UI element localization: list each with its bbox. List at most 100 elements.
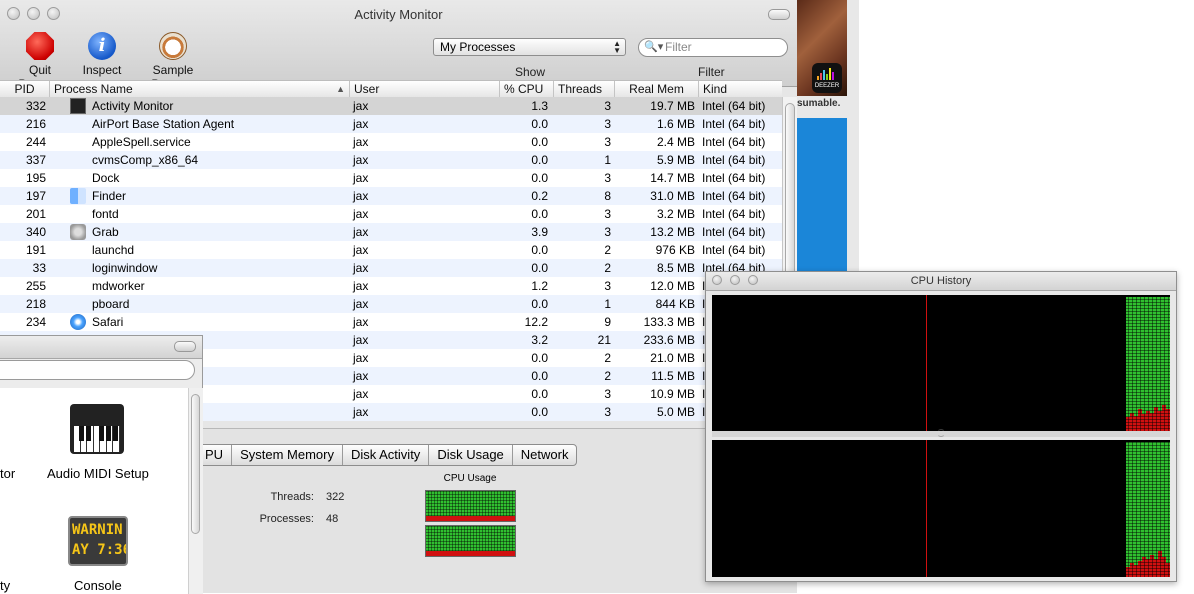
toolbar-toggle-button[interactable]	[768, 9, 790, 20]
pid-cell: 197	[25, 189, 46, 203]
cpu-history-zoom-button[interactable]	[748, 275, 758, 285]
pid-cell: 337	[25, 153, 46, 167]
show-processes-select[interactable]: My Processes ▲ ▼	[433, 38, 626, 56]
real-mem-cell: 11.5 MB	[651, 369, 695, 383]
cpu-history-close-button[interactable]	[712, 275, 722, 285]
column-header-pid[interactable]: PID	[0, 81, 50, 97]
threads-label: Threads:	[270, 491, 314, 503]
app-label-audio-midi-setup[interactable]: Audio MIDI Setup	[47, 466, 149, 481]
threads-cell: 21	[597, 333, 611, 347]
tab-disk-usage[interactable]: Disk Usage	[429, 445, 513, 465]
process-name-cell: launchd	[92, 243, 135, 257]
real-mem-cell: 21.0 MB	[650, 351, 695, 365]
pid-cell: 216	[25, 117, 46, 131]
user-cell: jax	[353, 207, 369, 221]
table-row[interactable]: 340 Grab jax 3.9 3 13.2 MB Intel (64 bit)	[0, 223, 782, 241]
kind-cell: Intel (64 bit)	[702, 225, 766, 239]
table-row[interactable]: 244 AppleSpell.service jax 0.0 3 2.4 MB Intel …	[0, 133, 782, 151]
threads-cell: 2	[604, 261, 611, 275]
utilities-toolbar-toggle-button[interactable]	[174, 341, 196, 352]
threads-cell: 3	[604, 405, 611, 419]
column-header-user[interactable]: User	[350, 81, 500, 97]
cpu-history-graph-core-1	[712, 295, 1170, 431]
deezer-icon[interactable]: DEEZER	[812, 63, 842, 93]
real-mem-cell: 12.0 MB	[650, 279, 695, 293]
process-name-cell: fontd	[92, 207, 119, 221]
column-header-cpu[interactable]: % CPU	[500, 81, 554, 97]
show-label: Show	[515, 65, 546, 79]
threads-cell: 8	[604, 189, 611, 203]
threads-cell: 3	[604, 117, 611, 131]
tab-system-memory[interactable]: System Memory	[232, 445, 343, 465]
pid-cell: 234	[25, 315, 46, 329]
process-name-cell: AppleSpell.service	[92, 135, 191, 149]
cpu-history-marker	[926, 440, 927, 577]
user-cell: jax	[353, 153, 369, 167]
real-mem-cell: 233.6 MB	[643, 333, 695, 347]
column-header-threads[interactable]: Threads	[554, 81, 615, 97]
utilities-scrollbar-thumb[interactable]	[191, 394, 200, 534]
utilities-path-field[interactable]	[0, 360, 195, 380]
pid-cell: 340	[25, 225, 46, 239]
threads-cell: 3	[604, 135, 611, 149]
kind-cell: Intel (64 bit)	[702, 117, 766, 131]
pid-cell: 332	[25, 99, 46, 113]
table-row[interactable]: 216 AirPort Base Station Agent jax 0.0 3 1.6 …	[0, 115, 782, 133]
stopwatch-icon	[159, 32, 187, 60]
table-row[interactable]: 218 pboard jax 0.0 1 844 KB I	[0, 295, 782, 313]
cpu-history-bars-core-1	[1126, 295, 1170, 431]
user-cell: jax	[353, 333, 369, 347]
cpu-cell: 0.0	[531, 261, 548, 275]
tab-disk-activity[interactable]: Disk Activity	[343, 445, 430, 465]
cpu-history-bars-core-2	[1126, 440, 1170, 577]
user-cell: jax	[353, 405, 369, 419]
app-label-utility[interactable]: ty	[0, 578, 10, 593]
cpu-cell: 0.0	[531, 171, 548, 185]
filter-placeholder: Filter	[665, 40, 692, 54]
cpu-history-window: CPU History ⁐	[705, 271, 1177, 582]
search-icon: 🔍▾	[644, 41, 664, 53]
real-mem-cell: 3.2 MB	[656, 207, 695, 221]
table-row[interactable]: 255 mdworker jax 1.2 3 12.0 MB I	[0, 277, 782, 295]
column-header-real-mem[interactable]: Real Mem	[615, 81, 699, 97]
cpu-history-marker	[926, 295, 927, 431]
table-row[interactable]: 337 cvmsComp_x86_64 jax 0.0 1 5.9 MB Intel (64…	[0, 151, 782, 169]
table-row[interactable]: 191 launchd jax 0.0 2 976 KB Intel (64 bit)	[0, 241, 782, 259]
table-row[interactable]: 197 Finder jax 0.2 8 31.0 MB Intel (64 bit)	[0, 187, 782, 205]
table-row[interactable]: 201 fontd jax 0.0 3 3.2 MB Intel (64 bit)	[0, 205, 782, 223]
select-arrows-icon: ▲ ▼	[613, 39, 621, 55]
user-cell: jax	[353, 297, 369, 311]
deezer-bars	[817, 68, 837, 80]
mini-graph-system	[426, 551, 515, 556]
tab-network[interactable]: Network	[513, 445, 577, 465]
table-row[interactable]: 33 loginwindow jax 0.0 2 8.5 MB Intel (64 bit)	[0, 259, 782, 277]
piano-black-key	[79, 426, 84, 441]
cpu-bar-system	[1166, 409, 1170, 431]
table-row[interactable]: 332 Activity Monitor jax 1.3 3 19.7 MB Intel (…	[0, 97, 782, 115]
process-name-cell: pboard	[92, 297, 130, 311]
pid-cell: 255	[25, 279, 46, 293]
table-row[interactable]: 195 Dock jax 0.0 3 14.7 MB Intel (64 bit)	[0, 169, 782, 187]
filter-search-field[interactable]: 🔍▾ Filter	[638, 38, 788, 57]
utilities-scrollbar[interactable]	[188, 388, 203, 594]
column-header-process-name[interactable]: Process Name ▲	[50, 81, 350, 97]
process-name-cell: Dock	[92, 171, 120, 185]
pid-cell: 218	[25, 297, 46, 311]
processes-label: Processes:	[259, 513, 314, 525]
console-icon[interactable]: WARNIN AY 7:36	[68, 516, 128, 566]
filter-label: Filter	[698, 65, 725, 79]
app-label-activity-monitor[interactable]: tor	[0, 466, 15, 481]
utilities-titlebar	[0, 336, 202, 359]
inspect-button[interactable]: i Inspect	[80, 32, 124, 77]
audio-midi-setup-icon[interactable]	[70, 404, 124, 454]
column-header-kind[interactable]: Kind	[699, 81, 782, 97]
cpu-history-title: CPU History	[910, 275, 972, 287]
user-cell: jax	[353, 279, 369, 293]
processes-value: 48	[326, 513, 339, 525]
table-row[interactable]: 234 Safari jax 12.2 9 133.3 MB I	[0, 313, 782, 331]
info-icon: i	[88, 32, 116, 60]
app-label-console[interactable]: Console	[74, 578, 122, 593]
cpu-history-minimize-button[interactable]	[730, 275, 740, 285]
threads-cell: 2	[604, 369, 611, 383]
graph-split-divider[interactable]: ⁐	[712, 431, 1170, 437]
